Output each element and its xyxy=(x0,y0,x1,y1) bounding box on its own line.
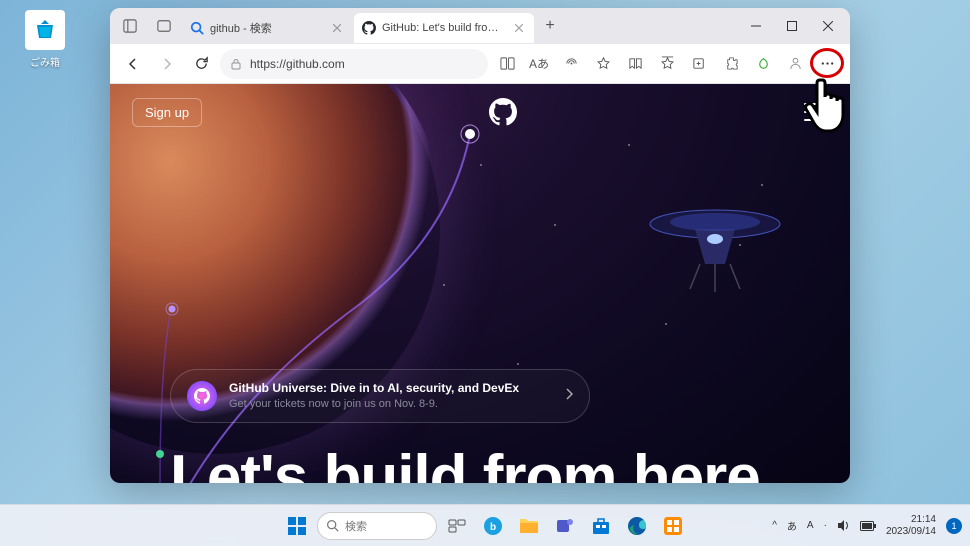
taskbar-right: ^ あ A · 21:14 2023/09/14 1 xyxy=(772,514,962,538)
taskbar-center: 検索 b xyxy=(281,505,689,546)
url-input[interactable]: https://github.com xyxy=(220,49,488,79)
refresh-button[interactable] xyxy=(186,49,216,79)
forward-button[interactable] xyxy=(152,49,182,79)
explorer-button[interactable] xyxy=(513,510,545,542)
read-aloud-button[interactable] xyxy=(556,49,586,79)
ime-alpha-indicator[interactable]: A xyxy=(807,520,814,531)
app-button[interactable] xyxy=(657,510,689,542)
window-controls xyxy=(738,10,846,42)
network-icon[interactable]: · xyxy=(824,520,827,531)
promo-text: GitHub Universe: Dive in to AI, security… xyxy=(229,381,553,411)
search-placeholder: 検索 xyxy=(345,518,367,534)
universe-promo-link[interactable]: GitHub Universe: Dive in to AI, security… xyxy=(170,369,590,423)
volume-icon[interactable] xyxy=(837,519,850,532)
start-button[interactable] xyxy=(281,510,313,542)
teams-button[interactable] xyxy=(549,510,581,542)
universe-icon xyxy=(187,381,217,411)
close-window-button[interactable] xyxy=(810,10,846,42)
time-text: 21:14 xyxy=(886,514,936,526)
tab-search-title: github - 検索 xyxy=(210,20,324,36)
tray-expand-icon[interactable]: ^ xyxy=(772,520,777,531)
clock[interactable]: 21:14 2023/09/14 xyxy=(886,514,936,538)
taskbar-search[interactable]: 検索 xyxy=(317,512,437,540)
split-screen-button[interactable] xyxy=(492,49,522,79)
reading-list-button[interactable] xyxy=(620,49,650,79)
performance-button[interactable] xyxy=(748,49,778,79)
search-icon xyxy=(326,519,339,532)
tab-search[interactable]: github - 検索 xyxy=(182,13,352,43)
tab-github-close[interactable] xyxy=(512,21,526,35)
lock-icon xyxy=(230,58,242,70)
promo-subtitle: Get your tickets now to join us on Nov. … xyxy=(229,397,553,411)
ime-mode-indicator[interactable]: あ xyxy=(787,518,797,533)
recycle-bin-label: ごみ箱 xyxy=(20,54,70,69)
edge-button[interactable] xyxy=(621,510,653,542)
tab-github[interactable]: GitHub: Let's build from here · Gi xyxy=(354,13,534,43)
url-text: https://github.com xyxy=(250,57,345,71)
recycle-bin-icon xyxy=(25,10,65,50)
menu-button[interactable] xyxy=(804,103,828,121)
battery-icon[interactable] xyxy=(860,521,876,531)
hero-heading: Let's build from here xyxy=(170,442,760,483)
vertical-tabs-button[interactable] xyxy=(114,12,146,40)
github-favicon-icon xyxy=(362,21,376,35)
collections-button[interactable] xyxy=(684,49,714,79)
github-page: Sign up GitHub Universe: Dive in to AI, … xyxy=(110,84,850,483)
favorite-button[interactable] xyxy=(588,49,618,79)
browser-window: github - 検索 GitHub: Let's build from her… xyxy=(110,8,850,483)
profile-button[interactable] xyxy=(780,49,810,79)
extensions-button[interactable] xyxy=(716,49,746,79)
settings-menu-button[interactable] xyxy=(812,49,842,79)
store-button[interactable] xyxy=(585,510,617,542)
tab-search-close[interactable] xyxy=(330,21,344,35)
translate-button[interactable]: Aあ xyxy=(524,49,554,79)
desktop-recycle-bin[interactable]: ごみ箱 xyxy=(20,10,70,69)
address-bar: https://github.com Aあ xyxy=(110,44,850,84)
back-button[interactable] xyxy=(118,49,148,79)
new-tab-button[interactable]: + xyxy=(536,12,564,40)
tab-actions-button[interactable] xyxy=(148,12,180,40)
github-header: Sign up xyxy=(110,84,850,140)
notification-badge[interactable]: 1 xyxy=(946,518,962,534)
drone-illustration xyxy=(640,194,790,294)
signup-button[interactable]: Sign up xyxy=(132,98,202,127)
task-view-button[interactable] xyxy=(441,510,473,542)
favorites-bar-button[interactable] xyxy=(652,49,682,79)
search-favicon-icon xyxy=(190,21,204,35)
maximize-button[interactable] xyxy=(774,10,810,42)
tab-strip: github - 検索 GitHub: Let's build from her… xyxy=(110,8,850,44)
tab-github-title: GitHub: Let's build from here · Gi xyxy=(382,22,506,34)
minimize-button[interactable] xyxy=(738,10,774,42)
github-logo-icon[interactable] xyxy=(489,98,517,126)
date-text: 2023/09/14 xyxy=(886,526,936,538)
chevron-right-icon xyxy=(565,387,573,405)
svg-text:b: b xyxy=(490,522,496,533)
promo-title: GitHub Universe: Dive in to AI, security… xyxy=(229,381,553,397)
taskbar: 検索 b ^ あ A · 21:14 2023/09/14 1 xyxy=(0,504,970,546)
chat-button[interactable]: b xyxy=(477,510,509,542)
